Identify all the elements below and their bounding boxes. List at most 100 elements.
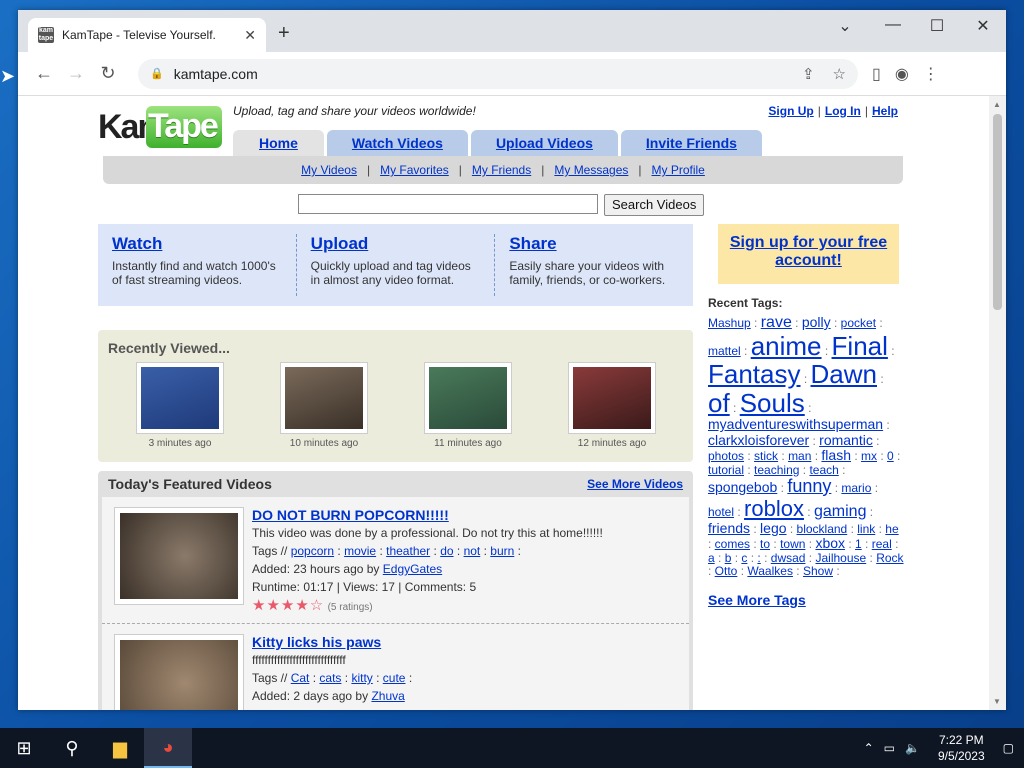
tag-link[interactable]: man <box>788 449 811 463</box>
file-explorer-icon[interactable]: ▆ <box>96 728 144 768</box>
my-videos-link[interactable]: My Videos <box>301 163 357 177</box>
scroll-down-icon[interactable]: ▼ <box>993 697 1001 706</box>
upload-link[interactable]: Upload <box>311 234 481 254</box>
tag-link[interactable]: Show <box>803 564 833 578</box>
tag-link[interactable]: roblox <box>744 496 804 521</box>
profile-icon[interactable]: ◉ <box>895 64 909 84</box>
tag-link[interactable]: stick <box>754 449 778 463</box>
tag-link[interactable]: flash <box>821 447 851 463</box>
recent-video-4[interactable]: 12 minutes ago <box>568 362 656 449</box>
tag-link[interactable]: romantic <box>819 432 873 448</box>
menu-kebab-icon[interactable]: ⋮ <box>923 64 939 84</box>
tag-link[interactable]: to <box>760 537 770 551</box>
tag-link[interactable]: not <box>464 544 481 558</box>
url-text[interactable]: kamtape.com <box>174 66 784 82</box>
side-panel-icon[interactable]: ▯ <box>872 64 881 84</box>
video-title-link[interactable]: Kitty licks his paws <box>252 634 683 650</box>
chrome-icon[interactable]: ◕ <box>144 728 192 768</box>
tag-link[interactable]: photos <box>708 449 744 463</box>
tag-link[interactable]: of <box>708 388 730 418</box>
lock-icon[interactable]: 🔒 <box>150 67 164 80</box>
chevron-up-icon[interactable]: ⌃ <box>864 741 874 755</box>
tab-search-icon[interactable]: ⌄ <box>830 16 860 36</box>
tag-link[interactable]: mario <box>841 481 871 495</box>
tag-link[interactable]: Fantasy <box>708 359 801 389</box>
tag-link[interactable]: clarkxloisforever <box>708 432 809 448</box>
recent-video-3[interactable]: 11 minutes ago <box>424 362 512 449</box>
tag-link[interactable]: 1 <box>855 537 862 551</box>
tag-link[interactable]: blockland <box>797 522 848 536</box>
video-thumbnail[interactable] <box>424 362 512 434</box>
tag-link[interactable]: theather <box>386 544 430 558</box>
tag-link[interactable]: lego <box>760 520 786 536</box>
see-more-tags-link[interactable]: See More Tags <box>708 592 904 608</box>
video-thumbnail[interactable] <box>568 362 656 434</box>
signup-promo-link[interactable]: Sign up for your free account! <box>730 234 887 269</box>
windows-start-icon[interactable]: ⊞ <box>0 728 48 768</box>
author-link[interactable]: EdgyGates <box>383 562 442 576</box>
new-tab-button[interactable]: + <box>278 22 290 45</box>
page-scrollbar[interactable]: ▲ ▼ <box>989 96 1006 710</box>
recent-video-2[interactable]: 10 minutes ago <box>280 362 368 449</box>
my-favorites-link[interactable]: My Favorites <box>380 163 449 177</box>
tag-link[interactable]: real <box>872 537 892 551</box>
tag-link[interactable]: myadventureswithsuperman <box>708 416 883 432</box>
tag-link[interactable]: 0 <box>887 449 894 463</box>
recent-video-1[interactable]: 3 minutes ago <box>136 362 224 449</box>
tag-link[interactable]: Waalkes <box>747 564 793 578</box>
volume-muted-icon[interactable]: 🔈 <box>905 741 920 755</box>
share-link[interactable]: Share <box>509 234 679 254</box>
tag-link[interactable]: mx <box>861 449 877 463</box>
tag-link[interactable]: polly <box>802 314 831 330</box>
tag-link[interactable]: Dawn <box>811 359 877 389</box>
browser-tab[interactable]: kam tape KamTape - Televise Yourself. ✕ <box>28 18 266 52</box>
tag-link[interactable]: friends <box>708 520 750 536</box>
video-title-link[interactable]: DO NOT BURN POPCORN!!!!! <box>252 507 683 523</box>
tag-link[interactable]: cats <box>319 671 341 685</box>
scroll-thumb[interactable] <box>993 114 1002 310</box>
my-friends-link[interactable]: My Friends <box>472 163 531 177</box>
tag-link[interactable]: dwsad <box>771 551 806 565</box>
tag-link[interactable]: rave <box>761 314 792 331</box>
tag-link[interactable]: tutorial <box>708 463 744 477</box>
video-thumbnail[interactable] <box>114 507 244 605</box>
tag-link[interactable]: gaming <box>814 503 866 520</box>
video-thumbnail[interactable] <box>114 634 244 710</box>
tab-watch-videos[interactable]: Watch Videos <box>326 130 468 156</box>
reload-icon[interactable]: ↻ <box>92 63 124 84</box>
tag-link[interactable]: a <box>708 551 715 565</box>
tag-link[interactable]: Rock <box>876 551 903 565</box>
back-arrow-icon[interactable]: ← <box>28 63 60 84</box>
tag-link[interactable]: popcorn <box>291 544 334 558</box>
tag-link[interactable]: funny <box>787 476 831 496</box>
log-in-link[interactable]: Log In <box>825 104 861 118</box>
author-link[interactable]: Zhuva <box>371 689 404 703</box>
video-thumbnail[interactable] <box>280 362 368 434</box>
bookmark-star-icon[interactable]: ☆ <box>833 65 846 83</box>
tag-link[interactable]: spongebob <box>708 479 777 495</box>
tag-link[interactable]: Cat <box>291 671 310 685</box>
tag-link[interactable]: Jailhouse <box>815 551 866 565</box>
tab-home[interactable]: Home <box>233 130 324 156</box>
tab-upload-videos[interactable]: Upload Videos <box>470 130 618 156</box>
tag-link[interactable]: town <box>780 537 805 551</box>
tag-link[interactable]: pocket <box>841 316 876 330</box>
tag-link[interactable]: cute <box>383 671 406 685</box>
forward-arrow-icon[interactable]: → <box>60 63 92 84</box>
my-profile-link[interactable]: My Profile <box>652 163 705 177</box>
address-bar[interactable]: 🔒 kamtape.com ⇪ ☆ <box>138 58 858 89</box>
share-icon[interactable]: ⇪ <box>802 65 815 83</box>
notifications-icon[interactable]: ▢ <box>1003 741 1014 755</box>
see-more-videos-link[interactable]: See More Videos <box>587 477 683 491</box>
tag-link[interactable]: anime <box>751 331 822 361</box>
network-icon[interactable]: ▭ <box>884 741 895 755</box>
watch-link[interactable]: Watch <box>112 234 282 254</box>
tag-link[interactable]: comes <box>715 537 750 551</box>
sign-up-link[interactable]: Sign Up <box>768 104 813 118</box>
help-link[interactable]: Help <box>872 104 898 118</box>
search-videos-button[interactable]: Search Videos <box>604 194 705 216</box>
tag-link[interactable]: hotel <box>708 505 734 519</box>
tag-link[interactable]: teach <box>809 463 838 477</box>
tag-link[interactable]: Mashup <box>708 316 751 330</box>
video-thumbnail[interactable] <box>136 362 224 434</box>
